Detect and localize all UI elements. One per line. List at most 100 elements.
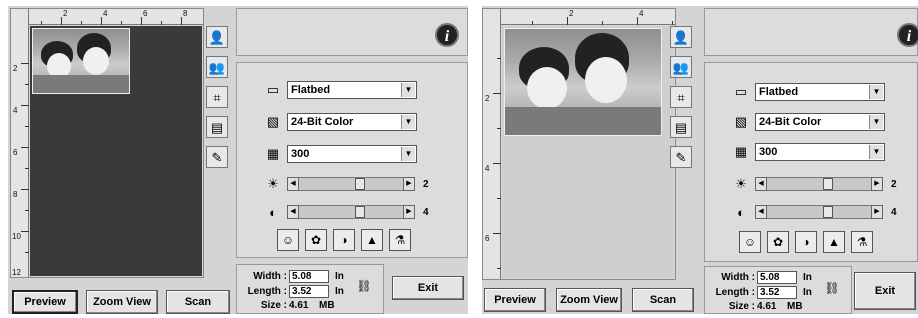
chevron-down-icon[interactable]: ▼ <box>869 145 883 159</box>
chevron-down-icon[interactable]: ▼ <box>401 147 415 161</box>
group-icon[interactable]: 👥 <box>206 56 228 78</box>
vertical-ruler: 2 4 6 <box>483 9 501 279</box>
brightness-slider[interactable]: ◀ ▶ 2 <box>755 177 897 191</box>
document-icon[interactable]: ▤ <box>670 116 692 138</box>
dimensions-panel: Width : 5.08 In Length : 3.52 In Size : … <box>704 266 852 314</box>
portrait-icon[interactable]: 👤 <box>206 26 228 48</box>
ruler-tick-label: 2 <box>63 9 68 18</box>
preview-photo <box>504 28 662 136</box>
scan-button[interactable]: Scan <box>632 288 694 312</box>
tool-column: 👤 👥 ⌗ ▤ ✎ <box>670 26 694 176</box>
contrast-value: 4 <box>423 206 429 218</box>
width-field[interactable]: 5.08 <box>289 269 329 283</box>
info-box: i <box>704 8 918 56</box>
chevron-down-icon[interactable]: ▼ <box>401 115 415 129</box>
link-icon[interactable]: ⛓ <box>353 277 375 295</box>
portrait-adjust-icon[interactable]: ☺ <box>277 229 299 251</box>
preview-area[interactable]: In 2 4 2 4 6 <box>482 8 676 280</box>
slider-thumb[interactable] <box>355 206 365 218</box>
filter-icon[interactable]: ⚗ <box>851 231 873 253</box>
tool-column: 👤 👥 ⌗ ▤ ✎ <box>206 26 230 176</box>
crop-icon[interactable]: ⌗ <box>206 86 228 108</box>
color-wheel-icon[interactable]: ◑ <box>333 229 355 251</box>
pencil-icon[interactable]: ✎ <box>670 146 692 168</box>
exit-button[interactable]: Exit <box>854 272 916 310</box>
scan-source-select[interactable]: Flatbed ▼ <box>287 81 417 99</box>
chevron-down-icon[interactable]: ▼ <box>869 85 883 99</box>
crop-icon[interactable]: ⌗ <box>670 86 692 108</box>
settings-panel: ▭ Flatbed ▼ ▧ 24-Bit Color ▼ ▦ 300 ▼ ☀ ◀ <box>704 62 918 262</box>
length-field[interactable]: 3.52 <box>289 284 329 298</box>
slider-left-arrow[interactable]: ◀ <box>287 177 299 191</box>
contrast-icon: ◐ <box>269 204 277 220</box>
dimensions-panel: Width : 5.08 In Length : 3.52 In Size : … <box>236 264 384 314</box>
info-icon[interactable]: i <box>897 23 918 47</box>
chevron-down-icon[interactable]: ▼ <box>869 115 883 129</box>
contrast-slider[interactable]: ◀ ▶ 4 <box>755 205 897 219</box>
contrast-slider[interactable]: ◀ ▶ 4 <box>287 205 429 219</box>
color-wheel-icon[interactable]: ◑ <box>795 231 817 253</box>
color-balance-icon[interactable]: ✿ <box>767 231 789 253</box>
ruler-tick-label: 6 <box>13 148 18 157</box>
preview-canvas[interactable] <box>502 26 674 278</box>
slider-thumb[interactable] <box>823 206 833 218</box>
filter-icon[interactable]: ⚗ <box>389 229 411 251</box>
exit-button[interactable]: Exit <box>392 276 464 300</box>
ruler-tick-label: 4 <box>103 9 108 18</box>
info-icon[interactable]: i <box>435 23 459 47</box>
portrait-icon[interactable]: 👤 <box>670 26 692 48</box>
pencil-icon[interactable]: ✎ <box>206 146 228 168</box>
slider-thumb[interactable] <box>823 178 833 190</box>
size-value: 4.61 <box>757 300 777 312</box>
slider-thumb[interactable] <box>355 178 365 190</box>
length-field[interactable]: 3.52 <box>757 285 797 299</box>
brightness-icon: ☀ <box>735 176 747 191</box>
settings-panel: ▭ Flatbed ▼ ▧ 24-Bit Color ▼ ▦ 300 ▼ ☀ ◀ <box>236 62 468 258</box>
portrait-adjust-icon[interactable]: ☺ <box>739 231 761 253</box>
slider-right-arrow[interactable]: ▶ <box>403 177 415 191</box>
levels-icon[interactable]: ▲ <box>823 231 845 253</box>
ruler-tick-label: 2 <box>485 94 490 103</box>
ruler-tick-label: 8 <box>13 190 18 199</box>
resolution-select[interactable]: 300 ▼ <box>755 143 885 161</box>
slider-right-arrow[interactable]: ▶ <box>871 177 883 191</box>
brightness-value: 2 <box>423 178 429 190</box>
preview-button[interactable]: Preview <box>484 288 546 312</box>
document-icon[interactable]: ▤ <box>206 116 228 138</box>
scan-button[interactable]: Scan <box>166 290 230 314</box>
color-mode-select[interactable]: 24-Bit Color ▼ <box>287 113 417 131</box>
color-balance-icon[interactable]: ✿ <box>305 229 327 251</box>
group-icon[interactable]: 👥 <box>670 56 692 78</box>
slider-left-arrow[interactable]: ◀ <box>287 205 299 219</box>
ruler-tick-label: 4 <box>639 9 644 18</box>
resolution-select[interactable]: 300 ▼ <box>287 145 417 163</box>
scan-source-select[interactable]: Flatbed ▼ <box>755 83 885 101</box>
resolution-icon: ▦ <box>266 146 280 161</box>
preview-button[interactable]: Preview <box>12 290 78 314</box>
slider-left-arrow[interactable]: ◀ <box>755 205 767 219</box>
color-mode-icon: ▧ <box>266 114 280 129</box>
preview-canvas[interactable] <box>30 26 202 276</box>
slider-left-arrow[interactable]: ◀ <box>755 177 767 191</box>
zoom-view-button[interactable]: Zoom View <box>556 288 622 312</box>
ruler-tick-label: 12 <box>12 268 21 277</box>
ruler-tick-label: 4 <box>485 164 490 173</box>
contrast-icon: ◐ <box>737 204 745 220</box>
slider-right-arrow[interactable]: ▶ <box>871 205 883 219</box>
ruler-tick-label: 4 <box>13 106 18 115</box>
brightness-slider[interactable]: ◀ ▶ 2 <box>287 177 429 191</box>
color-mode-select[interactable]: 24-Bit Color ▼ <box>755 113 885 131</box>
slider-right-arrow[interactable]: ▶ <box>403 205 415 219</box>
ruler-tick-label: 6 <box>143 9 148 18</box>
zoom-view-button[interactable]: Zoom View <box>86 290 158 314</box>
levels-icon[interactable]: ▲ <box>361 229 383 251</box>
ruler-tick-label: 2 <box>569 9 574 18</box>
preview-area[interactable]: In 2 4 6 8 2 4 6 8 10 12 <box>10 8 204 278</box>
width-field[interactable]: 5.08 <box>757 270 797 284</box>
chevron-down-icon[interactable]: ▼ <box>401 83 415 97</box>
horizontal-ruler: In 2 4 <box>483 9 675 25</box>
brightness-value: 2 <box>891 178 897 190</box>
link-icon[interactable]: ⛓ <box>821 279 843 297</box>
size-value: 4.61 <box>289 299 309 311</box>
ruler-tick-label: 10 <box>12 232 21 241</box>
